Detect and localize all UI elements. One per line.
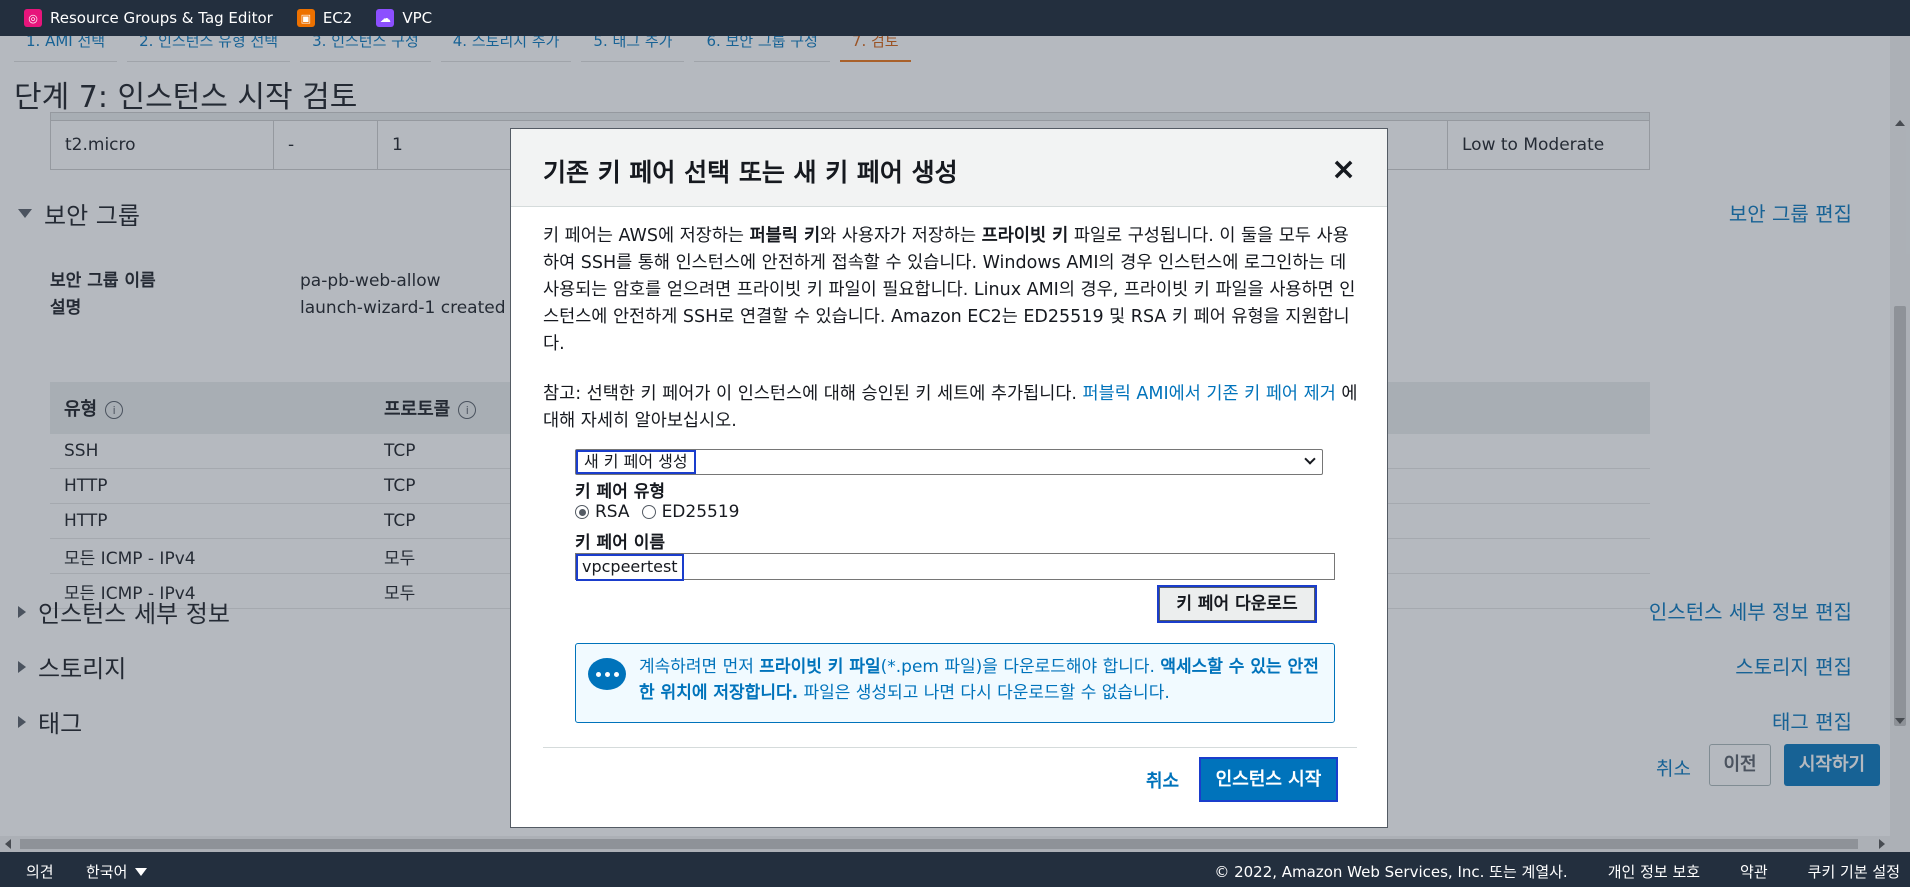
download-key-pair-button[interactable]: 키 페어 다운로드 [1157, 585, 1317, 623]
services-bar: ◎ Resource Groups & Tag Editor ▣ EC2 ☁ V… [0, 0, 1910, 36]
terms-link[interactable]: 약관 [1740, 861, 1768, 882]
service-resource-groups[interactable]: ◎ Resource Groups & Tag Editor [24, 9, 273, 27]
alert-text: 계속하려면 먼저 프라이빗 키 파일(*.pem 파일)을 다운로드해야 합니다… [639, 657, 1319, 703]
dialog-cancel-button[interactable]: 취소 [1146, 767, 1179, 793]
service-label: EC2 [322, 9, 353, 27]
rsa-radio[interactable] [575, 505, 589, 519]
service-ec2[interactable]: ▣ EC2 [296, 9, 353, 27]
launch-instance-button[interactable]: 인스턴스 시작 [1199, 757, 1338, 802]
key-type-radio-group: RSA ED25519 [575, 502, 739, 522]
chat-bubble-icon [588, 658, 626, 690]
service-label: VPC [402, 9, 433, 27]
language-selector[interactable]: 한국어 [86, 861, 148, 882]
resource-groups-icon: ◎ [24, 9, 42, 27]
copyright: © 2022, Amazon Web Services, Inc. 또는 계열사… [1214, 863, 1568, 881]
dialog-note: 참고: 선택한 키 페어가 이 인스턴스에 대해 승인된 키 세트에 추가됩니다… [543, 384, 1358, 431]
select-value: 새 키 페어 생성 [576, 450, 696, 474]
key-type-label: 키 페어 유형 [575, 482, 666, 502]
key-pair-dialog: 기존 키 페어 선택 또는 새 키 페어 생성 × 키 페어는 AWS에 저장하… [510, 128, 1388, 828]
cookie-preferences-link[interactable]: 쿠키 기본 설정 [1808, 861, 1900, 882]
remove-key-pair-link[interactable]: 퍼블릭 AMI에서 기존 키 페어 제거 [1083, 384, 1336, 404]
vpc-icon: ☁ [376, 9, 395, 27]
close-icon[interactable]: × [1331, 155, 1356, 185]
chevron-down-icon [135, 867, 148, 876]
feedback-link[interactable]: 의견 [26, 861, 54, 882]
divider [543, 747, 1357, 748]
console-footer: 의견 한국어 © 2022, Amazon Web Services, Inc.… [0, 852, 1910, 887]
dialog-title: 기존 키 페어 선택 또는 새 키 페어 생성 [543, 158, 958, 187]
chevron-down-icon [1304, 453, 1316, 465]
ed25519-radio[interactable] [641, 505, 656, 519]
info-alert: 계속하려면 먼저 프라이빗 키 파일(*.pem 파일)을 다운로드해야 합니다… [575, 643, 1335, 723]
ed25519-label: ED25519 [661, 502, 740, 522]
service-label: Resource Groups & Tag Editor [50, 9, 273, 27]
key-name-label: 키 페어 이름 [575, 533, 666, 553]
key-name-input[interactable]: vpcpeertest [575, 553, 1335, 581]
service-vpc[interactable]: ☁ VPC [376, 9, 432, 27]
key-pair-select[interactable]: 새 키 페어 생성 [575, 449, 1323, 475]
dialog-description: 키 페어는 AWS에 저장하는 퍼블릭 키와 사용자가 저장하는 프라이빗 키 … [543, 226, 1356, 354]
privacy-link[interactable]: 개인 정보 보호 [1608, 861, 1700, 882]
key-name-value: vpcpeertest [576, 554, 684, 581]
ec2-icon: ▣ [296, 9, 315, 27]
rsa-label: RSA [595, 502, 630, 522]
